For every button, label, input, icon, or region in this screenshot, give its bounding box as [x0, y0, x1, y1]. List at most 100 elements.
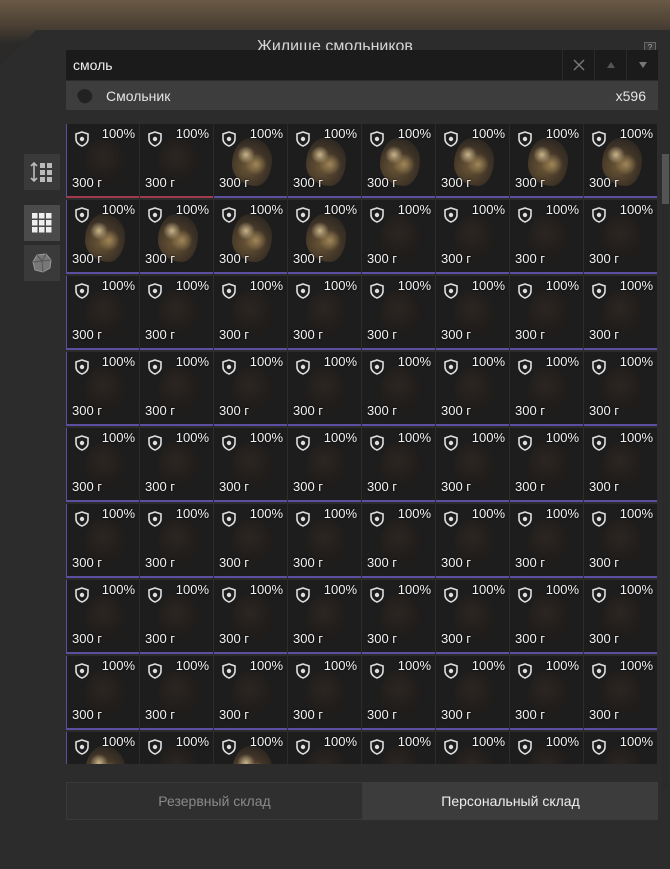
- search-input[interactable]: смоль: [66, 57, 562, 73]
- inventory-slot[interactable]: 100% 300 г: [510, 580, 583, 654]
- inventory-slot[interactable]: 100%: [288, 732, 361, 764]
- inventory-slot[interactable]: 100% 300 г: [66, 200, 139, 274]
- item-weight: 300 г: [72, 251, 103, 266]
- inventory-slot[interactable]: 100% 300 г: [362, 352, 435, 426]
- item-weight: 300 г: [72, 555, 103, 570]
- inventory-slot[interactable]: 100% 300 г: [436, 656, 509, 730]
- inventory-slot[interactable]: 100%: [584, 732, 657, 764]
- item-weight: 300 г: [72, 631, 103, 646]
- prev-result-button[interactable]: [594, 50, 626, 80]
- item-filter-button[interactable]: [24, 245, 60, 281]
- inventory-slot[interactable]: 100% 300 г: [362, 276, 435, 350]
- inventory-slot[interactable]: 100% 300 г: [510, 200, 583, 274]
- item-weight: 300 г: [219, 555, 250, 570]
- inventory-slot[interactable]: 100% 300 г: [140, 124, 213, 198]
- inventory-slot[interactable]: 100% 300 г: [584, 428, 657, 502]
- inventory-slot[interactable]: 100% 300 г: [140, 656, 213, 730]
- inventory-slot[interactable]: 100% 300 г: [140, 580, 213, 654]
- item-durability: 100%: [249, 506, 283, 521]
- inventory-slot[interactable]: 100% 300 г: [140, 276, 213, 350]
- inventory-slot[interactable]: 100% 300 г: [362, 124, 435, 198]
- inventory-slot[interactable]: 100% 300 г: [66, 124, 139, 198]
- inventory-slot[interactable]: 100% 300 г: [510, 352, 583, 426]
- inventory-slot[interactable]: 100% 300 г: [214, 428, 287, 502]
- tab-personal-storage[interactable]: Персональный склад: [363, 782, 658, 820]
- inventory-slot[interactable]: 100% 300 г: [584, 580, 657, 654]
- inventory-slot[interactable]: 100% 300 г: [436, 580, 509, 654]
- item-weight: 300 г: [515, 327, 546, 342]
- inventory-slot[interactable]: 100% 300 г: [436, 276, 509, 350]
- inventory-slot[interactable]: 100%: [436, 732, 509, 764]
- search-suggestion[interactable]: Смольник x596: [66, 81, 658, 110]
- inventory-slot[interactable]: 100% 300 г: [66, 428, 139, 502]
- shield-icon: [592, 739, 606, 755]
- inventory-slot[interactable]: 100% 300 г: [584, 352, 657, 426]
- sort-button[interactable]: [24, 154, 60, 190]
- inventory-slot[interactable]: 100% 300 г: [66, 352, 139, 426]
- inventory-slot[interactable]: 100% 300 г: [288, 580, 361, 654]
- inventory-slot[interactable]: 100% 300 г: [510, 504, 583, 578]
- inventory-slot[interactable]: 100% 300 г: [510, 124, 583, 198]
- inventory-slot[interactable]: 100% 300 г: [288, 124, 361, 198]
- inventory-slot[interactable]: 100% 300 г: [214, 276, 287, 350]
- item-durability: 100%: [471, 582, 505, 597]
- inventory-slot[interactable]: 100%: [140, 732, 213, 764]
- item-weight: 300 г: [515, 479, 546, 494]
- inventory-slot[interactable]: 100% 300 г: [362, 200, 435, 274]
- inventory-slot[interactable]: 100% 300 г: [584, 656, 657, 730]
- shield-icon: [592, 511, 606, 527]
- inventory-slot[interactable]: 100% 300 г: [436, 352, 509, 426]
- item-durability: 100%: [323, 734, 357, 749]
- inventory-slot[interactable]: 100% 300 г: [436, 504, 509, 578]
- inventory-slot[interactable]: 100% 300 г: [214, 580, 287, 654]
- grid-view-button[interactable]: [24, 205, 60, 241]
- inventory-slot[interactable]: 100% 300 г: [214, 352, 287, 426]
- inventory-slot[interactable]: 100% 300 г: [584, 276, 657, 350]
- inventory-slot[interactable]: 100% 300 г: [66, 656, 139, 730]
- inventory-slot[interactable]: 100% 300 г: [584, 124, 657, 198]
- inventory-slot[interactable]: 100% 300 г: [510, 656, 583, 730]
- inventory-slot[interactable]: 100% 300 г: [362, 656, 435, 730]
- inventory-slot[interactable]: 100% 300 г: [288, 504, 361, 578]
- inventory-slot[interactable]: 100% 300 г: [66, 276, 139, 350]
- scrollbar-thumb[interactable]: [662, 154, 669, 204]
- grid-scrollbar[interactable]: [662, 154, 669, 789]
- inventory-slot[interactable]: 100% 300 г: [510, 428, 583, 502]
- inventory-slot[interactable]: 100% 300 г: [140, 504, 213, 578]
- inventory-slot[interactable]: 100% 300 г: [214, 504, 287, 578]
- inventory-slot[interactable]: 100% 300 г: [362, 504, 435, 578]
- inventory-slot[interactable]: 100% 300 г: [214, 200, 287, 274]
- item-weight: 300 г: [589, 327, 620, 342]
- next-result-button[interactable]: [626, 50, 658, 80]
- inventory-slot[interactable]: 100%: [66, 732, 139, 764]
- inventory-slot[interactable]: 100% 300 г: [510, 276, 583, 350]
- inventory-slot[interactable]: 100% 300 г: [66, 580, 139, 654]
- inventory-slot[interactable]: 100%: [510, 732, 583, 764]
- inventory-slot[interactable]: 100% 300 г: [288, 276, 361, 350]
- inventory-slot[interactable]: 100% 300 г: [288, 656, 361, 730]
- clear-search-button[interactable]: [562, 50, 594, 80]
- inventory-slot[interactable]: 100% 300 г: [214, 656, 287, 730]
- inventory-slot[interactable]: 100% 300 г: [288, 200, 361, 274]
- inventory-slot[interactable]: 100% 300 г: [288, 428, 361, 502]
- inventory-slot[interactable]: 100% 300 г: [362, 580, 435, 654]
- inventory-slot[interactable]: 100% 300 г: [584, 504, 657, 578]
- item-durability: 100%: [471, 734, 505, 749]
- inventory-slot[interactable]: 100%: [214, 732, 287, 764]
- inventory-slot[interactable]: 100% 300 г: [436, 124, 509, 198]
- inventory-slot[interactable]: 100% 300 г: [66, 504, 139, 578]
- inventory-slot[interactable]: 100% 300 г: [214, 124, 287, 198]
- inventory-slot[interactable]: 100% 300 г: [584, 200, 657, 274]
- inventory-slot[interactable]: 100% 300 г: [140, 200, 213, 274]
- shield-icon: [296, 207, 310, 223]
- item-durability: 100%: [471, 506, 505, 521]
- inventory-slot[interactable]: 100% 300 г: [288, 352, 361, 426]
- inventory-slot[interactable]: 100%: [362, 732, 435, 764]
- arrow-down-icon: [638, 62, 647, 68]
- inventory-slot[interactable]: 100% 300 г: [436, 200, 509, 274]
- inventory-slot[interactable]: 100% 300 г: [436, 428, 509, 502]
- tab-reserve-storage[interactable]: Резервный склад: [66, 782, 363, 820]
- inventory-slot[interactable]: 100% 300 г: [362, 428, 435, 502]
- inventory-slot[interactable]: 100% 300 г: [140, 352, 213, 426]
- inventory-slot[interactable]: 100% 300 г: [140, 428, 213, 502]
